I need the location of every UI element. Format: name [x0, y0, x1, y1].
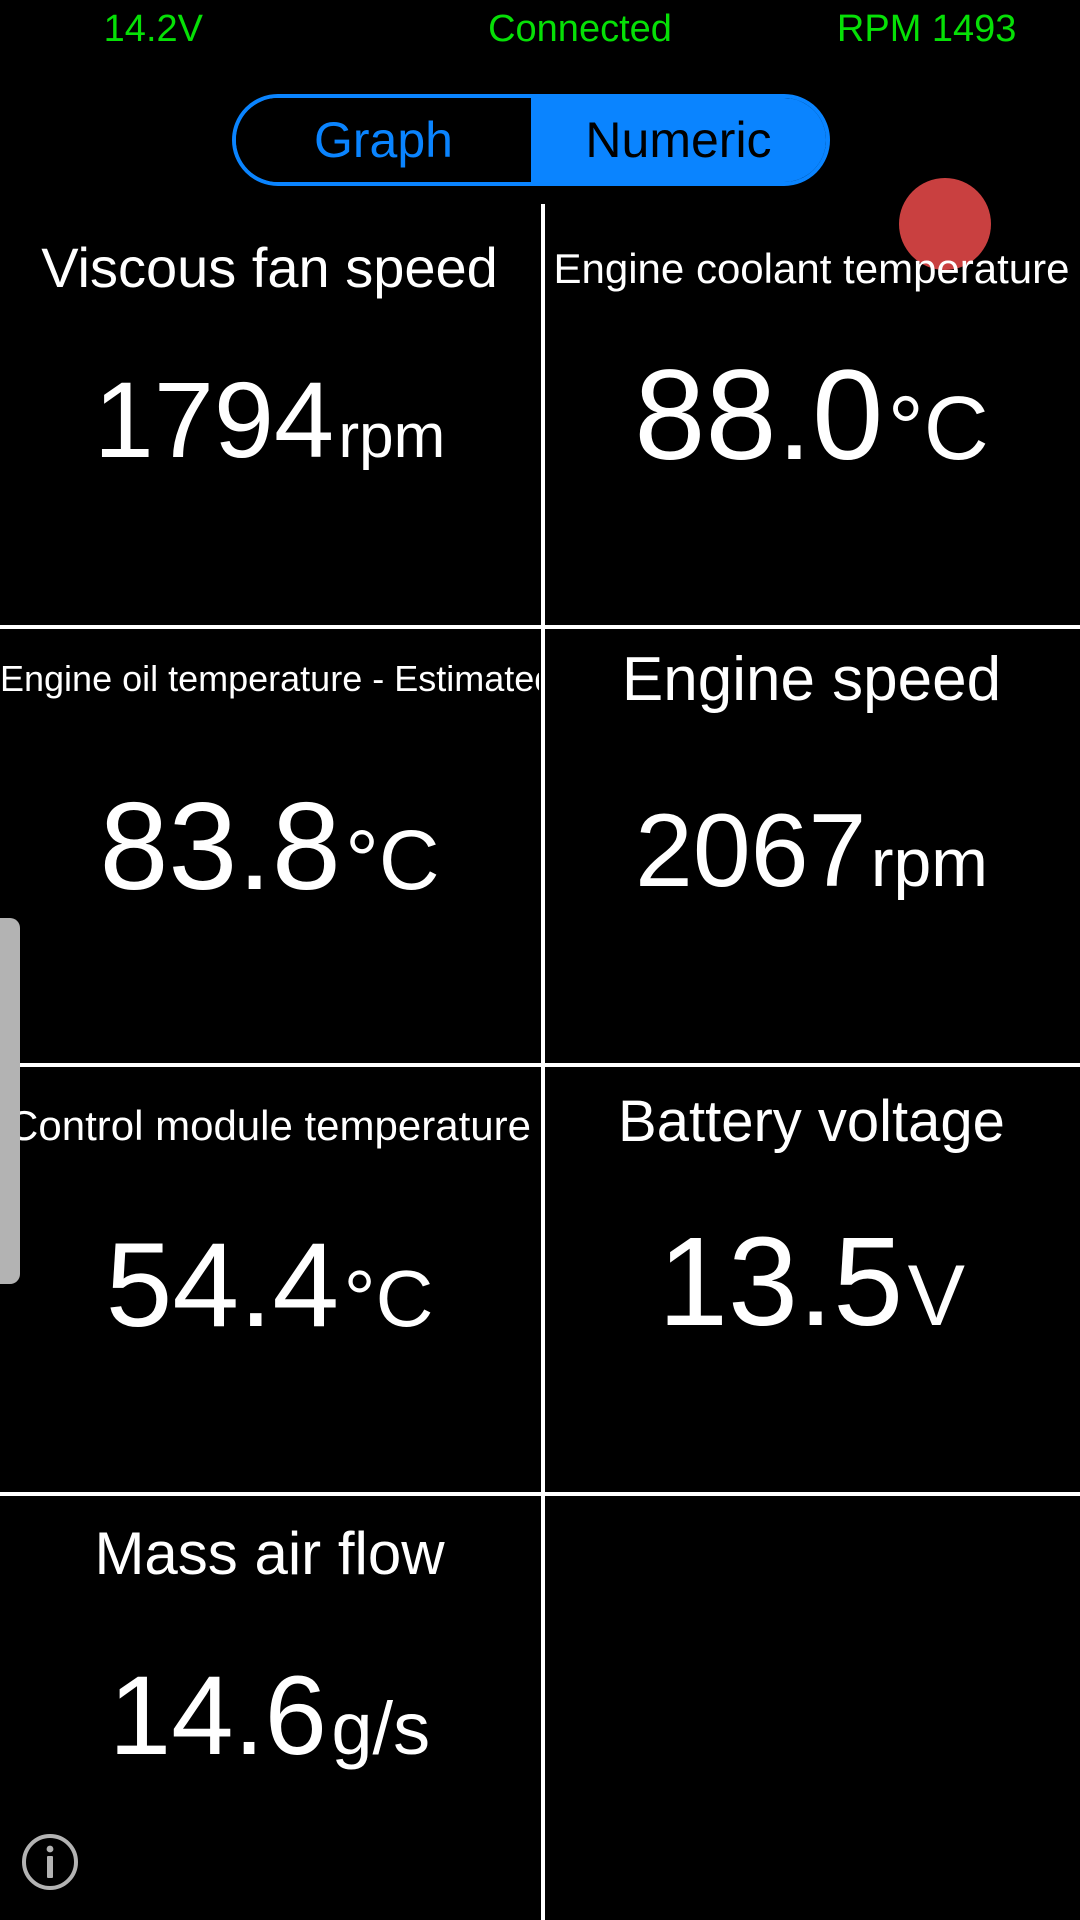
gauge-value: 14.6 g/s	[0, 1660, 539, 1772]
gauge-number: 1794	[93, 359, 335, 480]
gauge-unit: °C	[343, 1254, 434, 1343]
gauge-title: Engine coolant temperature	[553, 245, 1070, 292]
gauge-number: 54.4	[105, 1218, 340, 1352]
gauge-number: 83.8	[99, 778, 341, 916]
gauge-cell-viscous-fan-speed[interactable]: Viscous fan speed 1794 rpm	[0, 204, 539, 625]
gauge-value: 83.8 °C	[0, 785, 539, 909]
gauge-unit: °C	[887, 379, 989, 479]
view-mode-toolbar: Graph Numeric	[0, 88, 1080, 270]
gauge-title: Mass air flow	[94, 1520, 445, 1587]
grid-divider-vertical	[541, 204, 545, 1920]
gauge-value: 54.4 °C	[0, 1225, 539, 1345]
gauge-number: 88.0	[634, 344, 884, 487]
grid-divider-horizontal-2	[0, 1063, 1080, 1067]
gauge-row-3: Control module temperature 54.4 °C Batte…	[0, 1067, 1080, 1492]
gauge-unit: rpm	[870, 825, 988, 901]
gauge-value: 1794 rpm	[0, 366, 539, 474]
gauge-number: 2067	[635, 793, 867, 909]
gauge-cell-battery-voltage[interactable]: Battery voltage 13.5 V	[543, 1067, 1080, 1492]
gauge-grid: Viscous fan speed 1794 rpm Engine coolan…	[0, 204, 1080, 1920]
engine-rpm-status: RPM 1493	[836, 8, 1017, 50]
grid-divider-horizontal-1	[0, 625, 1080, 629]
tab-numeric[interactable]: Numeric	[531, 98, 826, 182]
gauge-cell-mass-air-flow[interactable]: Mass air flow 14.6 g/s	[0, 1496, 539, 1920]
drawer-handle[interactable]	[0, 918, 20, 1284]
obd-numeric-dashboard: 14.2V Connected RPM 1493 Graph Numeric V…	[0, 0, 1080, 1920]
tab-graph[interactable]: Graph	[236, 98, 531, 182]
gauge-cell-engine-speed[interactable]: Engine speed 2067 rpm	[543, 629, 1080, 1063]
gauge-title: Control module temperature	[8, 1102, 531, 1149]
gauge-cell-control-module-temperature[interactable]: Control module temperature 54.4 °C	[0, 1067, 539, 1492]
gauge-unit: V	[907, 1248, 966, 1344]
info-icon[interactable]	[20, 1832, 80, 1892]
gauge-unit: rpm	[338, 402, 446, 471]
gauge-cell-engine-oil-temperature[interactable]: Engine oil temperature - Estimated 83.8 …	[0, 629, 539, 1063]
gauge-number: 14.6	[108, 1653, 327, 1778]
gauge-row-1: Viscous fan speed 1794 rpm Engine coolan…	[0, 204, 1080, 625]
gauge-row-4: Mass air flow 14.6 g/s	[0, 1496, 1080, 1920]
gauge-title: Battery voltage	[618, 1089, 1005, 1154]
gauge-value: 2067 rpm	[543, 799, 1080, 903]
gauge-cell-engine-coolant-temperature[interactable]: Engine coolant temperature 88.0 °C	[543, 204, 1080, 625]
status-bar: 14.2V Connected RPM 1493	[0, 0, 1080, 58]
grid-divider-horizontal-3	[0, 1492, 1080, 1496]
gauge-title: Engine speed	[621, 645, 1002, 714]
gauge-title: Viscous fan speed	[41, 236, 498, 299]
battery-voltage-status: 14.2V	[103, 8, 203, 50]
connection-status: Connected	[488, 8, 672, 50]
gauge-cell-empty[interactable]	[543, 1496, 1080, 1920]
gauge-value: 13.5 V	[543, 1219, 1080, 1345]
gauge-unit: °C	[345, 813, 440, 907]
view-mode-segmented-control[interactable]: Graph Numeric	[232, 94, 830, 186]
gauge-title: Engine oil temperature - Estimated	[0, 658, 539, 699]
gauge-number: 13.5	[657, 1211, 904, 1352]
gauge-row-2: Engine oil temperature - Estimated 83.8 …	[0, 629, 1080, 1063]
gauge-value: 88.0 °C	[543, 352, 1080, 480]
gauge-unit: g/s	[331, 1687, 431, 1770]
